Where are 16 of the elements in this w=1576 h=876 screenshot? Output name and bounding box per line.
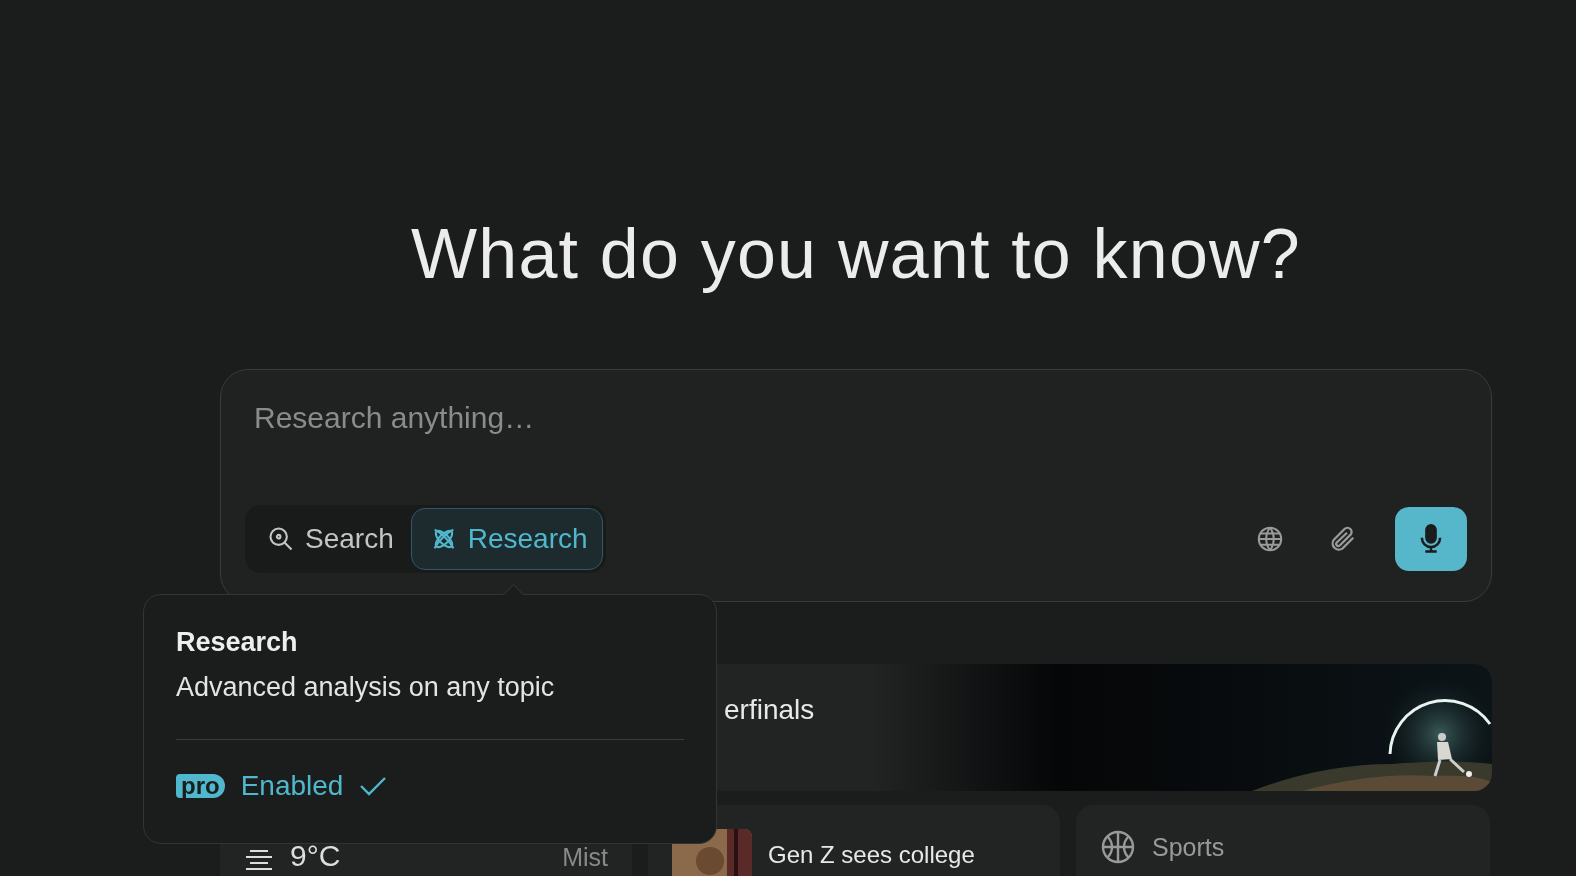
news-headline: Gen Z sees college xyxy=(768,841,975,869)
microphone-button[interactable] xyxy=(1395,507,1467,571)
temperature: 9°C xyxy=(290,841,341,871)
basketball-icon xyxy=(1100,829,1136,865)
pro-badge: pro xyxy=(176,774,225,798)
tooltip-title: Research xyxy=(176,627,299,658)
news-card[interactable]: Gen Z sees college xyxy=(648,805,1060,876)
query-input[interactable]: Research anything… xyxy=(245,398,1467,438)
mode-tab[interactable]: Research xyxy=(410,508,603,570)
news-headline: erfinals xyxy=(724,694,815,725)
weather-condition: Mist xyxy=(562,843,608,872)
topic-card[interactable]: Sports xyxy=(1076,805,1490,876)
search-icon xyxy=(267,525,295,553)
page-heading: What do you want to know? xyxy=(410,216,1302,293)
mode-tab[interactable]: Search xyxy=(248,508,409,570)
topic-label: Sports xyxy=(1152,833,1225,862)
